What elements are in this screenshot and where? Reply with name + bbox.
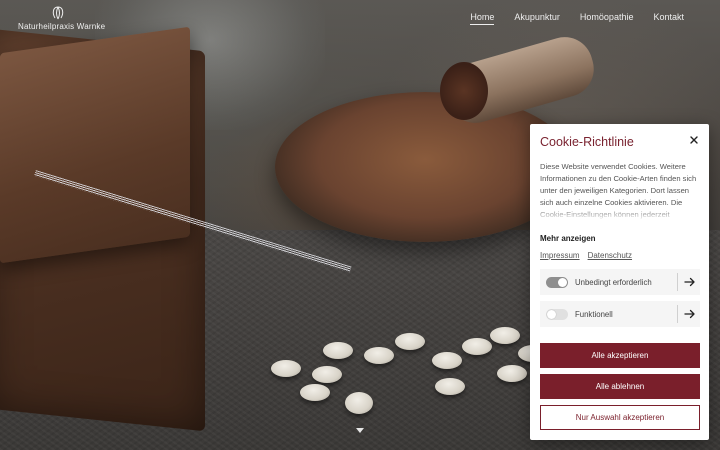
brand-name: Naturheilpraxis Warnke (18, 22, 106, 31)
arrow-right-icon[interactable] (684, 277, 696, 287)
globule-pill (432, 352, 462, 369)
category-functional: Funktionell (540, 301, 700, 327)
cookie-text-container: Diese Website verwendet Cookies. Weitere… (540, 161, 700, 221)
main-nav: Home Akupunktur Homöopathie Kontakt (470, 12, 684, 25)
toggle-knob (558, 277, 567, 287)
toggle-knob (547, 309, 556, 319)
nav-item-home[interactable]: Home (470, 12, 495, 25)
cookie-description: Diese Website verwendet Cookies. Weitere… (540, 162, 697, 219)
datenschutz-link[interactable]: Datenschutz (588, 251, 632, 260)
close-icon[interactable] (688, 134, 700, 146)
brand-logo-icon (52, 6, 64, 20)
globule-pill (300, 384, 330, 401)
nav-item-akupunktur[interactable]: Akupunktur (514, 12, 560, 25)
wooden-box-lid-image (0, 26, 190, 264)
brand[interactable]: Naturheilpraxis Warnke (18, 6, 106, 31)
functional-toggle[interactable] (546, 308, 568, 320)
globule-pill (490, 327, 520, 344)
necessary-toggle[interactable] (546, 276, 568, 288)
accept-selection-button[interactable]: Nur Auswahl akzeptieren (540, 405, 700, 430)
category-label: Unbedingt erforderlich (575, 277, 652, 287)
globule-pill (323, 342, 353, 359)
cookie-dialog: Cookie-Richtlinie Diese Website verwende… (530, 124, 709, 440)
cookie-title: Cookie-Richtlinie (540, 135, 634, 149)
accept-all-button[interactable]: Alle akzeptieren (540, 343, 700, 368)
nav-item-homoeopathie[interactable]: Homöopathie (580, 12, 634, 25)
globule-pill (364, 347, 394, 364)
globule-pill (435, 378, 465, 395)
arrow-right-icon[interactable] (684, 309, 696, 319)
nav-item-kontakt[interactable]: Kontakt (653, 12, 684, 25)
divider (677, 305, 678, 323)
category-necessary: Unbedingt erforderlich (540, 269, 700, 295)
category-label: Funktionell (575, 309, 613, 319)
more-toggle[interactable]: Mehr anzeigen (540, 234, 596, 243)
globule-pill (395, 333, 425, 350)
globule-pill (312, 366, 342, 383)
globule-pill (345, 392, 373, 414)
moxa-end-image (440, 62, 488, 120)
divider (677, 273, 678, 291)
globule-pill (271, 360, 301, 377)
globule-pill (497, 365, 527, 382)
impressum-link[interactable]: Impressum (540, 251, 580, 260)
reject-all-button[interactable]: Alle ablehnen (540, 374, 700, 399)
legal-links: Impressum Datenschutz (540, 251, 632, 260)
globule-pill (462, 338, 492, 355)
scroll-down-icon[interactable] (356, 428, 364, 433)
